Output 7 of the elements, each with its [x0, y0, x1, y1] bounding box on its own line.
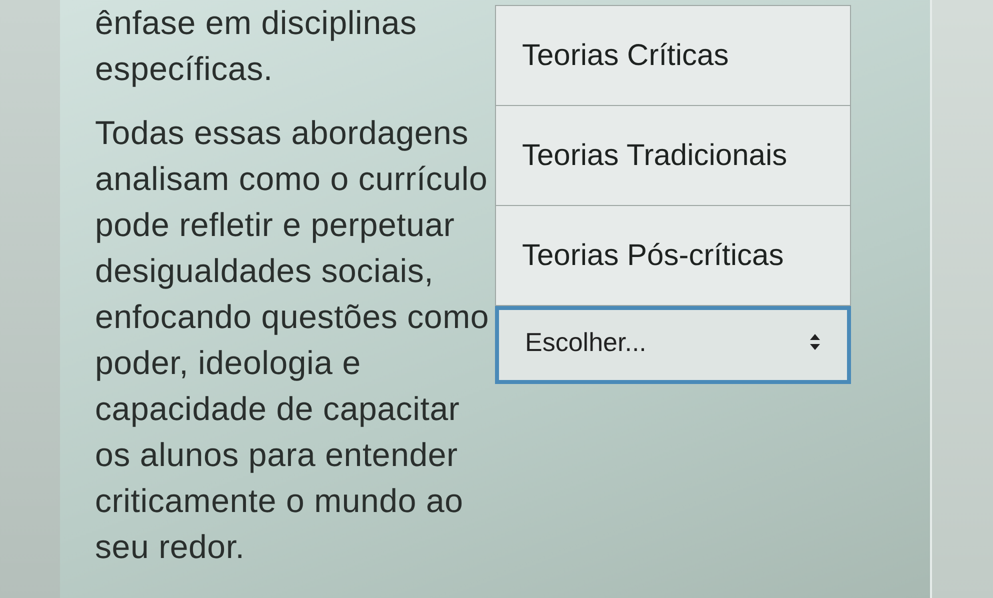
dropdown-option[interactable]: Teorias Tradicionais — [496, 106, 850, 206]
paragraph: ênfase em disciplinas específicas. — [95, 3, 418, 89]
sort-caret-icon — [809, 333, 821, 351]
select-field[interactable]: Escolher... — [495, 306, 851, 384]
dropdown-option[interactable]: Teorias Críticas — [496, 6, 850, 106]
paragraph: Todas essas abordagens analisam como o currículo pode refletir e perpetuar desigualdades sociais, enfocando questões como poder, ideologia e capacidade de capacitar os alunos para entender criticamente o mundo ao seu redor. — [95, 113, 490, 567]
dropdown-option[interactable]: Teorias Pós-críticas — [496, 206, 850, 305]
